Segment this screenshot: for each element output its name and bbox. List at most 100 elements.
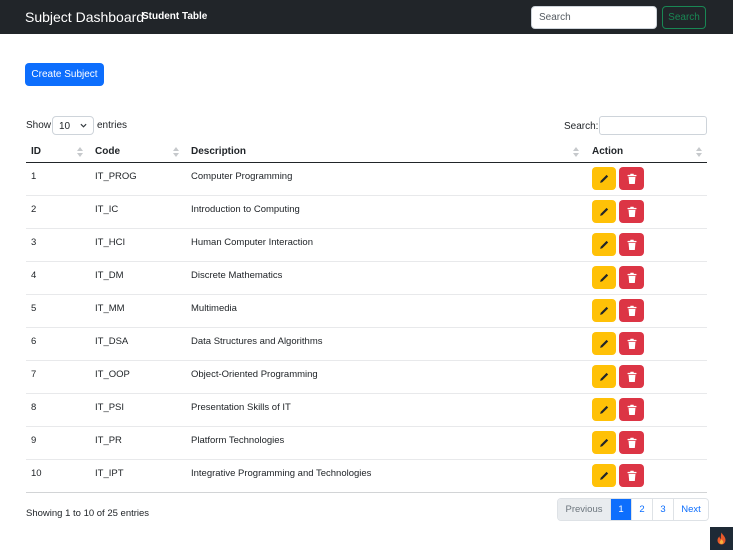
cell-code: IT_PR [95, 435, 122, 446]
sort-icon[interactable] [573, 147, 579, 157]
sort-icon[interactable] [173, 147, 179, 157]
cell-description: Presentation Skills of IT [191, 402, 291, 413]
show-label: Show [26, 120, 52, 131]
pencil-icon [600, 471, 609, 480]
trash-icon [627, 239, 636, 250]
create-subject-button[interactable]: Create Subject [25, 63, 104, 86]
cell-description: Multimedia [191, 303, 237, 314]
pencil-icon [600, 240, 609, 249]
cell-description: Introduction to Computing [191, 204, 300, 215]
pagination-page-1[interactable]: 1 [610, 499, 631, 520]
chevron-down-icon [80, 123, 87, 128]
trash-icon [627, 206, 636, 217]
edit-button[interactable] [592, 266, 616, 289]
cell-code: IT_DM [95, 270, 124, 281]
column-header-id[interactable]: ID [31, 146, 41, 157]
delete-button[interactable] [619, 431, 644, 454]
sort-icon[interactable] [77, 147, 83, 157]
table-search-label: Search: [564, 121, 599, 132]
edit-button[interactable] [592, 299, 616, 322]
delete-button[interactable] [619, 299, 644, 322]
table-row: 7 IT_OOP Object-Oriented Programming [26, 361, 707, 394]
cell-id: 6 [31, 336, 37, 347]
edit-button[interactable] [592, 365, 616, 388]
corner-widget[interactable] [710, 527, 733, 550]
table-row: 10 IT_IPT Integrative Programming and Tech… [26, 460, 707, 493]
delete-button[interactable] [619, 332, 644, 355]
table-search-input[interactable] [599, 116, 707, 135]
edit-button[interactable] [592, 167, 616, 190]
cell-id: 2 [31, 204, 37, 215]
delete-button[interactable] [619, 200, 644, 223]
column-header-code[interactable]: Code [95, 146, 120, 157]
trash-icon [627, 470, 636, 481]
cell-id: 3 [31, 237, 37, 248]
cell-code: IT_MM [95, 303, 125, 314]
navbar-search-button[interactable]: Search [662, 6, 706, 29]
edit-button[interactable] [592, 332, 616, 355]
table-row: 4 IT_DM Discrete Mathematics [26, 262, 707, 295]
cell-description: Human Computer Interaction [191, 237, 313, 248]
edit-button[interactable] [592, 398, 616, 421]
cell-code: IT_IC [95, 204, 119, 215]
table-header: ID Code Description Action [26, 140, 707, 163]
column-header-description[interactable]: Description [191, 146, 246, 157]
nav-link-student-table[interactable]: Student Table [142, 11, 207, 22]
navbar-search-input[interactable] [531, 6, 657, 29]
table-info: Showing 1 to 10 of 25 entries [26, 508, 150, 519]
table-row: 9 IT_PR Platform Technologies [26, 427, 707, 460]
pencil-icon [600, 306, 609, 315]
cell-description: Platform Technologies [191, 435, 285, 446]
pencil-icon [600, 405, 609, 414]
cell-code: IT_OOP [95, 369, 130, 380]
cell-id: 7 [31, 369, 37, 380]
cell-id: 9 [31, 435, 37, 446]
cell-code: IT_PSI [95, 402, 125, 413]
cell-description: Discrete Mathematics [191, 270, 283, 281]
edit-button[interactable] [592, 200, 616, 223]
column-header-action[interactable]: Action [592, 146, 623, 157]
pagination-page-2[interactable]: 2 [631, 499, 652, 520]
delete-button[interactable] [619, 398, 644, 421]
delete-button[interactable] [619, 233, 644, 256]
trash-icon [627, 371, 636, 382]
delete-button[interactable] [619, 167, 644, 190]
delete-button[interactable] [619, 266, 644, 289]
cell-id: 4 [31, 270, 37, 281]
cell-code: IT_DSA [95, 336, 129, 347]
navbar: Subject Dashboard Student Table Search [0, 0, 733, 34]
trash-icon [627, 305, 636, 316]
cell-code: IT_HCI [95, 237, 126, 248]
entries-select[interactable]: 10 [52, 116, 94, 135]
entries-select-value: 10 [59, 121, 71, 132]
pagination-page-3[interactable]: 3 [652, 499, 673, 520]
pencil-icon [600, 273, 609, 282]
cell-id: 1 [31, 171, 37, 182]
table-row: 2 IT_IC Introduction to Computing [26, 196, 707, 229]
pencil-icon [600, 339, 609, 348]
trash-icon [627, 338, 636, 349]
table-row: 3 IT_HCI Human Computer Interaction [26, 229, 707, 262]
pencil-icon [600, 174, 609, 183]
sort-icon[interactable] [696, 147, 702, 157]
cell-id: 8 [31, 402, 37, 413]
trash-icon [627, 173, 636, 184]
cell-code: IT_PROG [95, 171, 137, 182]
cell-id: 10 [31, 468, 42, 479]
delete-button[interactable] [619, 464, 644, 487]
pagination-previous[interactable]: Previous [558, 499, 610, 520]
edit-button[interactable] [592, 233, 616, 256]
table-row: 6 IT_DSA Data Structures and Algorithms [26, 328, 707, 361]
cell-description: Object-Oriented Programming [191, 369, 318, 380]
delete-button[interactable] [619, 365, 644, 388]
entries-label: entries [97, 120, 128, 131]
pagination-next[interactable]: Next [673, 499, 708, 520]
cell-id: 5 [31, 303, 37, 314]
edit-button[interactable] [592, 431, 616, 454]
pagination: Previous 1 2 3 Next [557, 498, 709, 521]
cell-description: Data Structures and Algorithms [191, 336, 323, 347]
trash-icon [627, 272, 636, 283]
edit-button[interactable] [592, 464, 616, 487]
trash-icon [627, 437, 636, 448]
brand[interactable]: Subject Dashboard [25, 9, 144, 25]
